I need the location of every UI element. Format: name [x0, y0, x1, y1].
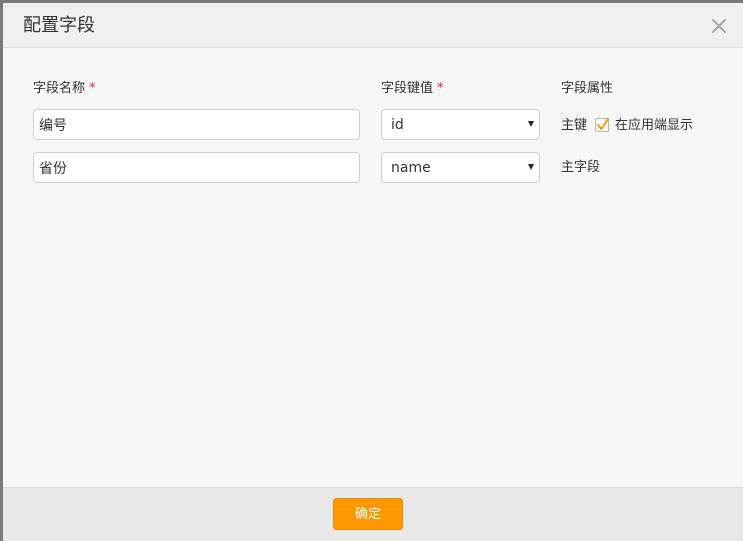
field-key-select[interactable]: name: [381, 152, 540, 183]
required-mark: *: [89, 81, 96, 96]
field-attr-header: 字段属性: [561, 81, 614, 96]
close-button[interactable]: [709, 16, 729, 36]
field-key-header: 字段键值 *: [381, 81, 444, 97]
show-in-app-label: 在应用端显示: [615, 118, 694, 133]
dropdown-arrow-icon: [528, 121, 534, 127]
configure-fields-dialog: 配置字段 字段名称* 字段键值* 字段属性 id 主键 在应用端显示 name …: [3, 3, 743, 541]
main-field-label: 主字段: [561, 160, 601, 175]
dialog-footer: 确定: [3, 487, 743, 541]
field-name-header: 字段名称 *: [33, 81, 96, 97]
field-key-select-value: id: [391, 117, 404, 133]
confirm-button[interactable]: 确定: [333, 498, 403, 530]
close-icon: [712, 19, 726, 33]
dialog-title: 配置字段: [23, 15, 95, 36]
field-key-select-value: name: [391, 160, 431, 176]
checkmark-icon: [597, 118, 609, 130]
field-key-select[interactable]: id: [381, 109, 540, 140]
field-key-header-label: 字段键值: [381, 81, 434, 96]
dialog-header: 配置字段: [3, 3, 743, 48]
field-name-input[interactable]: [33, 109, 360, 140]
field-name-input[interactable]: [33, 152, 360, 183]
show-in-app-checkbox[interactable]: [595, 118, 609, 132]
required-mark: *: [437, 81, 444, 96]
primary-key-label: 主键: [561, 118, 588, 133]
dropdown-arrow-icon: [528, 164, 534, 170]
field-name-header-label: 字段名称: [33, 81, 86, 96]
